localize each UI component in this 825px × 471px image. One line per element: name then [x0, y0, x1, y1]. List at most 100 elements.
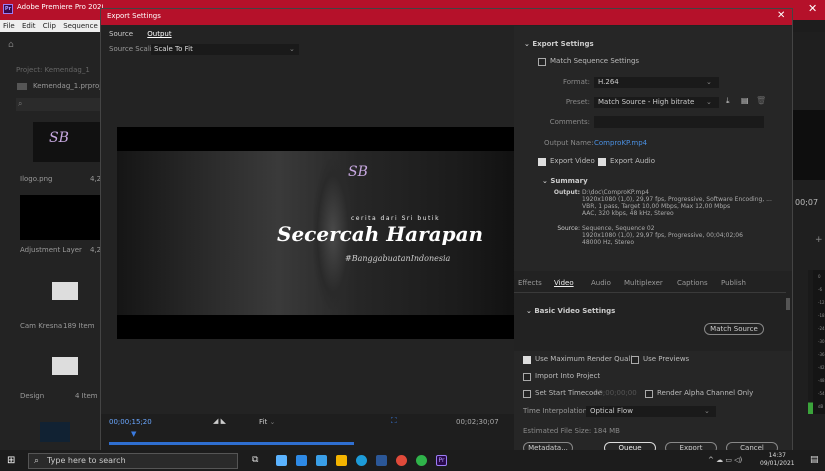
- tab-video[interactable]: Video: [554, 279, 574, 287]
- chevron-down-icon: ⌄: [269, 418, 276, 426]
- playhead-marker[interactable]: ▼: [131, 430, 136, 438]
- output-name-link[interactable]: ComproKP.mp4: [594, 139, 647, 147]
- chat-app-icon[interactable]: [416, 455, 427, 466]
- save-preset-icon[interactable]: ⤓: [726, 96, 730, 106]
- import-project-checkbox[interactable]: [523, 373, 531, 381]
- folder-app-icon[interactable]: [276, 455, 287, 466]
- menu-file[interactable]: File: [3, 22, 15, 30]
- format-dropdown[interactable]: H.264 ⌄: [594, 77, 719, 88]
- summary-output-line: AAC, 320 kbps, 48 kHz, Stereo: [582, 210, 674, 217]
- zoom-fit-value: Fit: [259, 418, 268, 426]
- time-interpolation-dropdown[interactable]: Optical Flow ⌄: [586, 406, 716, 417]
- source-scaling-dropdown[interactable]: Scale To Fit ⌄: [151, 44, 299, 55]
- tab-captions[interactable]: Captions: [677, 279, 708, 287]
- clock-date: 09/01/2021: [760, 460, 795, 467]
- start-timecode-checkbox[interactable]: [523, 390, 531, 398]
- basic-video-header[interactable]: ⌄ Basic Video Settings: [526, 307, 615, 315]
- program-monitor-edge: [793, 110, 825, 180]
- preset-value: Match Source - High bitrate: [598, 98, 695, 106]
- comments-input[interactable]: [594, 116, 764, 128]
- max-render-checkbox[interactable]: [523, 356, 531, 364]
- premiere-taskbar-icon[interactable]: Pr: [436, 455, 447, 466]
- export-settings-header[interactable]: ⌄ Export Settings: [524, 40, 594, 48]
- current-timecode[interactable]: 00;00;15;20: [109, 418, 152, 426]
- item-name: Cam Kresna: [20, 322, 63, 330]
- meter-tick: -12: [818, 300, 825, 305]
- edge-browser-icon[interactable]: [356, 455, 367, 466]
- project-title: Project: Kemendag_1: [16, 66, 90, 74]
- file-explorer-icon[interactable]: [336, 455, 347, 466]
- summary-output-line: D:\doc\ComproKP.mp4: [582, 189, 649, 196]
- home-icon[interactable]: ⌂: [8, 40, 14, 50]
- thumbnail-design[interactable]: [40, 422, 70, 442]
- tab-output[interactable]: Output: [147, 30, 171, 38]
- work-area-bar[interactable]: [109, 442, 354, 445]
- source-scaling-value: Scale To Fit: [154, 45, 193, 53]
- system-tray-icons[interactable]: ^ ☁ ▭ ◁): [708, 456, 742, 464]
- use-previews-checkbox[interactable]: [631, 356, 639, 364]
- panel-scrollbar[interactable]: [786, 298, 790, 310]
- tab-effects[interactable]: Effects: [518, 279, 542, 287]
- meter-tick: -54: [818, 391, 825, 396]
- tab-multiplexer[interactable]: Multiplexer: [624, 279, 663, 287]
- tab-publish[interactable]: Publish: [721, 279, 746, 287]
- summary-header[interactable]: ⌄ Summary: [542, 177, 588, 185]
- meter-tick: dB: [818, 404, 824, 409]
- preview-title: Secercah Harapan: [277, 222, 484, 246]
- chrome-icon[interactable]: [396, 455, 407, 466]
- import-project-label: Import Into Project: [535, 372, 601, 380]
- match-source-button[interactable]: Match Source: [704, 323, 764, 335]
- project-file-name: Kemendag_1.prproj: [33, 82, 102, 90]
- thumbnail-adjustment-layer[interactable]: [20, 195, 100, 240]
- import-preset-icon[interactable]: ▤: [741, 96, 749, 105]
- summary-source-label: Source:: [557, 225, 580, 232]
- taskbar-search-placeholder: Type here to search: [47, 456, 126, 465]
- export-audio-label: Export Audio: [610, 157, 656, 165]
- alpha-channel-checkbox[interactable]: [645, 390, 653, 398]
- settings-icon[interactable]: ⛶: [391, 416, 397, 426]
- store-icon[interactable]: [296, 455, 307, 466]
- summary-output-line: VBR, 1 pass, Target 10,00 Mbps, Max 12,0…: [582, 203, 731, 210]
- delete-preset-icon[interactable]: 🗑: [756, 96, 766, 105]
- time-interpolation-value: Optical Flow: [590, 407, 633, 415]
- thumbnail-logo[interactable]: SB: [33, 122, 100, 162]
- menu-clip[interactable]: Clip: [43, 22, 56, 30]
- duration-timecode: 00;02;30;07: [456, 418, 499, 426]
- meter-tick: -18: [818, 313, 825, 318]
- mark-in-icon[interactable]: ◢ ◣: [213, 417, 226, 425]
- export-video-label: Export Video: [550, 157, 595, 165]
- chevron-down-icon: ⌄: [706, 78, 712, 86]
- logo-thumbnail-mark: SB: [49, 130, 69, 146]
- start-timecode-value[interactable]: 00;00;00;00: [594, 389, 637, 397]
- taskbar-search-input[interactable]: ⌕ Type here to search: [28, 453, 238, 469]
- mail-icon[interactable]: [316, 455, 327, 466]
- notification-icon[interactable]: ▤: [810, 455, 819, 465]
- windows-start-icon[interactable]: ⊞: [7, 455, 15, 466]
- chevron-down-icon: ⌄: [289, 45, 295, 53]
- zoom-fit-dropdown[interactable]: Fit ⌄: [259, 418, 275, 426]
- dialog-title: Export Settings: [107, 12, 161, 20]
- summary-output-line: 1920x1080 (1,0), 29,97 fps, Progressive,…: [582, 196, 772, 203]
- menu-sequence[interactable]: Sequence: [63, 22, 98, 30]
- project-search-input[interactable]: ⌕: [16, 98, 100, 111]
- word-icon[interactable]: [376, 455, 387, 466]
- add-button[interactable]: +: [815, 235, 823, 245]
- basic-video-title: Basic Video Settings: [534, 307, 616, 315]
- app-close-button[interactable]: ✕: [808, 2, 817, 15]
- tab-audio[interactable]: Audio: [591, 279, 611, 287]
- folder-icon[interactable]: [52, 282, 78, 300]
- preview-hashtag: #BanggabuatanIndonesia: [345, 254, 451, 263]
- export-audio-checkbox[interactable]: [598, 158, 606, 166]
- meter-tick: 0: [818, 274, 821, 279]
- match-sequence-checkbox[interactable]: [538, 58, 546, 66]
- task-view-icon[interactable]: ⧉: [252, 455, 258, 465]
- meter-tick: -36: [818, 352, 825, 357]
- preset-dropdown[interactable]: Match Source - High bitrate ⌄: [594, 97, 719, 108]
- tab-source[interactable]: Source: [109, 30, 133, 38]
- export-video-checkbox[interactable]: [538, 158, 546, 166]
- dialog-close-button[interactable]: ✕: [777, 10, 785, 21]
- taskbar-clock[interactable]: 14:37 09/01/2021: [760, 452, 795, 468]
- search-icon: ⌕: [18, 99, 23, 108]
- menu-edit[interactable]: Edit: [22, 22, 36, 30]
- folder-icon[interactable]: [52, 357, 78, 375]
